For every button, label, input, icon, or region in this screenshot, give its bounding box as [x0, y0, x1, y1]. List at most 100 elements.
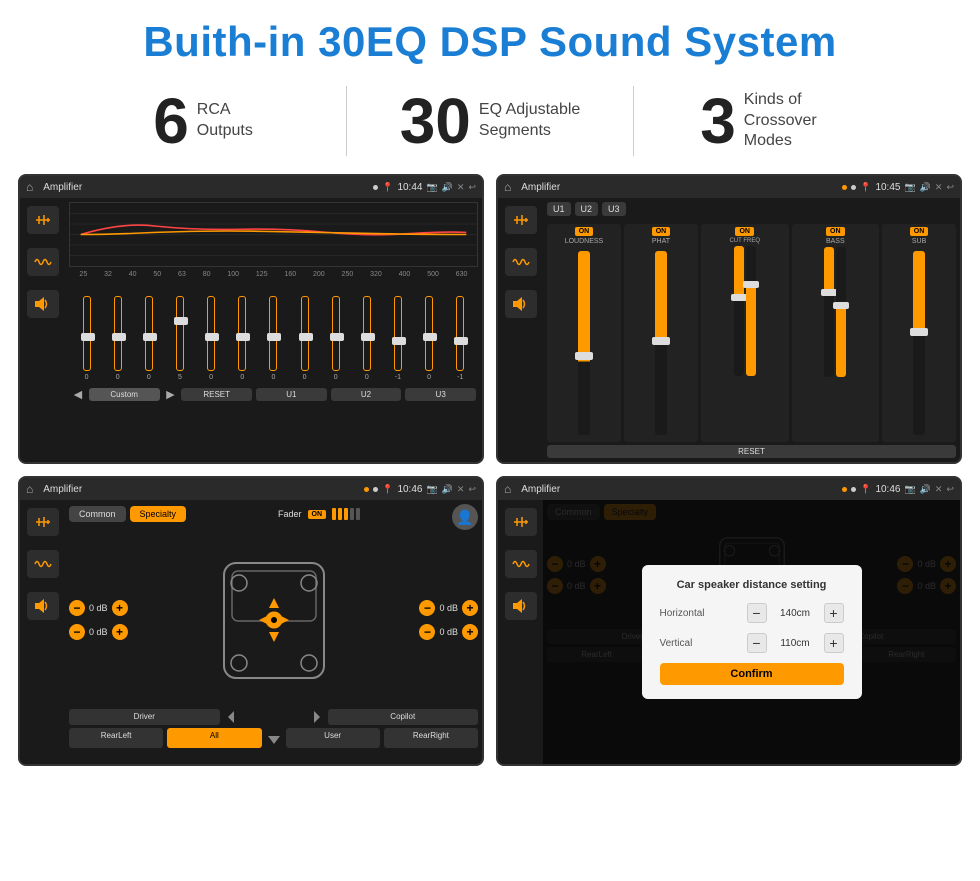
- bass-on[interactable]: ON: [826, 227, 845, 236]
- tab-common[interactable]: Common: [69, 506, 126, 522]
- confirm-button[interactable]: Confirm: [660, 663, 844, 685]
- db-minus-fr[interactable]: −: [419, 600, 435, 616]
- rearleft-btn[interactable]: RearLeft: [69, 728, 163, 748]
- eq-slider-8[interactable]: 0: [332, 296, 340, 381]
- s2-speaker-btn[interactable]: [505, 290, 537, 318]
- cutfreq-on[interactable]: ON: [735, 227, 754, 236]
- u2-btn[interactable]: U2: [575, 202, 599, 216]
- db-minus-rl[interactable]: −: [69, 624, 85, 640]
- db-plus-fr[interactable]: +: [462, 600, 478, 616]
- s4-filter-btn[interactable]: [505, 508, 537, 536]
- eq-speaker-btn[interactable]: [27, 290, 59, 318]
- close-icon-3[interactable]: ✕: [457, 484, 465, 495]
- horizontal-minus[interactable]: −: [747, 603, 767, 623]
- camera-icon-2: 📷: [904, 182, 915, 193]
- eq-slider-2[interactable]: 0: [145, 296, 153, 381]
- eq-slider-7[interactable]: 0: [301, 296, 309, 381]
- eq-slider-1[interactable]: 0: [114, 296, 122, 381]
- screen2-time: 10:45: [875, 182, 900, 193]
- eq-u2-btn[interactable]: U2: [331, 388, 402, 401]
- horizontal-row: Horizontal − 140cm +: [660, 603, 844, 623]
- home-icon-3[interactable]: ⌂: [26, 482, 33, 496]
- db-val-rl: 0 dB: [89, 627, 108, 637]
- dot-icon: [373, 185, 378, 190]
- avatar-btn[interactable]: 👤: [452, 504, 478, 530]
- close-icon-2[interactable]: ✕: [935, 182, 943, 193]
- eq-slider-5[interactable]: 0: [238, 296, 246, 381]
- tab-bar: Common Specialty: [69, 506, 186, 522]
- close-icon-4[interactable]: ✕: [935, 484, 943, 495]
- s4-speaker-btn[interactable]: [505, 592, 537, 620]
- fader-on-badge[interactable]: ON: [308, 510, 327, 519]
- eq-slider-9[interactable]: 0: [363, 296, 371, 381]
- vertical-label: Vertical: [660, 638, 720, 649]
- horizontal-plus[interactable]: +: [824, 603, 844, 623]
- s3-filter-btn[interactable]: [27, 508, 59, 536]
- driver-btn[interactable]: Driver: [69, 709, 220, 725]
- screen2-body: U1 U2 U3 ON LOUDNESS: [498, 198, 960, 462]
- eq-prev-btn[interactable]: ◄: [71, 386, 85, 402]
- vertical-minus[interactable]: −: [747, 633, 767, 653]
- eq-u1-btn[interactable]: U1: [256, 388, 327, 401]
- u1-btn[interactable]: U1: [547, 202, 571, 216]
- loudness-on[interactable]: ON: [575, 227, 594, 236]
- eq-reset-btn[interactable]: RESET: [181, 388, 252, 401]
- phat-on[interactable]: ON: [652, 227, 671, 236]
- rearright-btn[interactable]: RearRight: [384, 728, 478, 748]
- u3-btn[interactable]: U3: [602, 202, 626, 216]
- horizontal-value: 140cm: [773, 608, 818, 619]
- sub-on[interactable]: ON: [910, 227, 929, 236]
- tab-specialty[interactable]: Specialty: [130, 506, 187, 522]
- s2-wave-btn[interactable]: [505, 248, 537, 276]
- s4-wave-btn[interactable]: [505, 550, 537, 578]
- home-icon-4[interactable]: ⌂: [504, 482, 511, 496]
- vertical-stepper: − 110cm +: [747, 633, 844, 653]
- home-icon[interactable]: ⌂: [26, 180, 33, 194]
- status-icons-4: 📍: [860, 484, 871, 495]
- copilot-btn[interactable]: Copilot: [328, 709, 479, 725]
- eq-slider-0[interactable]: 0: [83, 296, 91, 381]
- vertical-plus[interactable]: +: [824, 633, 844, 653]
- user-btn[interactable]: User: [286, 728, 380, 748]
- fader-slider[interactable]: [332, 508, 360, 520]
- close-icon-1[interactable]: ✕: [457, 182, 465, 193]
- s3-wave-btn[interactable]: [27, 550, 59, 578]
- stat-rca: 6 RCAOutputs: [60, 89, 346, 153]
- screen1-body: 253240506380100125160200250320400500630 …: [20, 198, 482, 462]
- back-icon-1[interactable]: ↩: [468, 182, 476, 193]
- s2-reset-btn[interactable]: RESET: [547, 445, 956, 458]
- s3-speaker-btn[interactable]: [27, 592, 59, 620]
- db-plus-fl[interactable]: +: [112, 600, 128, 616]
- db-plus-rl[interactable]: +: [112, 624, 128, 640]
- eq-filter-btn[interactable]: [27, 206, 59, 234]
- s2-side-controls: [498, 198, 543, 462]
- eq-next-btn[interactable]: ►: [164, 386, 178, 402]
- distance-dialog: Car speaker distance setting Horizontal …: [642, 565, 862, 699]
- eq-slider-11[interactable]: 0: [425, 296, 433, 381]
- car-diagram: [204, 543, 344, 698]
- back-icon-4[interactable]: ↩: [946, 484, 954, 495]
- db-minus-fl[interactable]: −: [69, 600, 85, 616]
- eq-slider-12[interactable]: -1: [456, 296, 464, 381]
- screen1-title: Amplifier: [43, 182, 369, 193]
- eq-wave-btn[interactable]: [27, 248, 59, 276]
- screen-eq: ⌂ Amplifier 📍 10:44 📷 🔊 ✕ ↩: [18, 174, 484, 464]
- s2-filter-btn[interactable]: [505, 206, 537, 234]
- db-plus-rr[interactable]: +: [462, 624, 478, 640]
- eq-slider-3[interactable]: 5: [176, 296, 184, 381]
- all-btn[interactable]: All: [167, 728, 261, 748]
- eq-slider-6[interactable]: 0: [269, 296, 277, 381]
- eq-slider-4[interactable]: 0: [207, 296, 215, 381]
- home-icon-2[interactable]: ⌂: [504, 180, 511, 194]
- db-minus-rr[interactable]: −: [419, 624, 435, 640]
- eq-slider-10[interactable]: -1: [394, 296, 402, 381]
- back-icon-3[interactable]: ↩: [468, 484, 476, 495]
- back-icon-2[interactable]: ↩: [946, 182, 954, 193]
- eq-u3-btn[interactable]: U3: [405, 388, 476, 401]
- stat-number-eq: 30: [400, 89, 471, 153]
- vertical-value: 110cm: [773, 638, 818, 649]
- dot-icon-3b: [373, 487, 378, 492]
- volume-icon-2: 🔊: [920, 182, 931, 193]
- dialog-title: Car speaker distance setting: [660, 579, 844, 591]
- eq-preset-label: Custom: [89, 388, 160, 401]
